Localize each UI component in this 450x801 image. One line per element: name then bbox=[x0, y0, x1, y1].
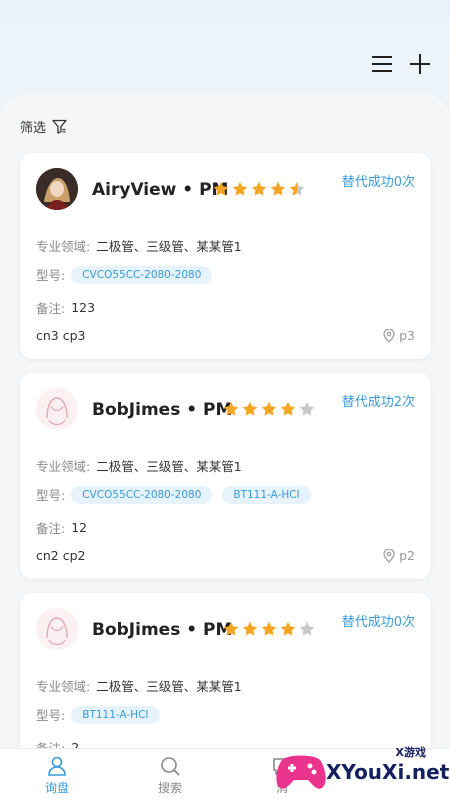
location-text: p2 bbox=[399, 548, 415, 563]
star-icon bbox=[242, 401, 258, 416]
star-icon bbox=[261, 401, 277, 416]
field-value: 二极管、三级管、某某管1 bbox=[96, 459, 242, 474]
expert-card[interactable]: AiryView • PM 替代成功0次 专业领域: 二极管、三级管、某某管1 … bbox=[20, 153, 431, 359]
rating-stars bbox=[223, 621, 315, 637]
filter-icon bbox=[52, 119, 67, 134]
location-pin-icon bbox=[383, 328, 395, 343]
field-value: 二极管、三级管、某某管1 bbox=[96, 239, 242, 254]
avatar bbox=[36, 168, 78, 210]
star-icon bbox=[299, 621, 315, 636]
location: p2 bbox=[383, 548, 415, 563]
top-bar bbox=[0, 0, 450, 95]
star-icon bbox=[242, 621, 258, 636]
avatar bbox=[36, 388, 78, 430]
note-value: 12 bbox=[71, 520, 88, 535]
note-row: 备注: 123 bbox=[36, 298, 95, 317]
note-label: 备注: bbox=[36, 521, 66, 536]
field-label: 专业领域: bbox=[36, 459, 91, 474]
model-tag[interactable]: CVCO55CC-2080-2080 bbox=[71, 265, 213, 284]
tab-label: 询盘 bbox=[44, 781, 69, 795]
inquiry-icon bbox=[48, 756, 66, 776]
codes: cn2 cp2 bbox=[36, 548, 86, 563]
field-label: 专业领域: bbox=[36, 239, 91, 254]
success-count: 替代成功0次 bbox=[341, 175, 415, 190]
expert-name: AiryView • PM bbox=[92, 180, 229, 200]
rating-stars bbox=[213, 181, 305, 197]
star-icon bbox=[289, 181, 305, 196]
header-actions bbox=[370, 52, 432, 76]
note-label: 备注: bbox=[36, 301, 66, 316]
gamepad-logo-icon bbox=[276, 755, 326, 789]
tab-inquiry[interactable]: 询盘 bbox=[27, 755, 87, 796]
field-value: 二极管、三级管、某某管1 bbox=[96, 679, 242, 694]
star-icon bbox=[251, 181, 267, 196]
content-sheet: 筛选 AiryView • PM 替代成功0次 专业领域: 二极管、三级管、某某… bbox=[0, 95, 450, 800]
star-icon bbox=[223, 621, 239, 636]
field-label: 专业领域: bbox=[36, 679, 91, 694]
location-text: p3 bbox=[399, 328, 415, 343]
model-row: 型号: CVCO55CC-2080-2080 bbox=[36, 265, 216, 284]
model-label: 型号: bbox=[36, 268, 66, 283]
filter-button[interactable]: 筛选 bbox=[20, 117, 67, 136]
model-tag[interactable]: CVCO55CC-2080-2080 bbox=[71, 485, 213, 504]
star-icon bbox=[213, 181, 229, 196]
watermark-text: XYouXi.net bbox=[326, 760, 450, 784]
star-icon bbox=[280, 621, 296, 636]
field-row: 专业领域: 二极管、三级管、某某管1 bbox=[36, 676, 242, 695]
model-label: 型号: bbox=[36, 488, 66, 503]
rating-stars bbox=[223, 401, 315, 417]
note-row: 备注: 12 bbox=[36, 518, 87, 537]
expert-card[interactable]: BobJimes • PM 替代成功2次 专业领域: 二极管、三级管、某某管1 … bbox=[20, 373, 431, 579]
avatar bbox=[36, 608, 78, 650]
star-icon bbox=[280, 401, 296, 416]
star-icon bbox=[270, 181, 286, 196]
model-tag[interactable]: BT111-A-HCI bbox=[71, 705, 160, 724]
model-label: 型号: bbox=[36, 708, 66, 723]
success-count: 替代成功0次 bbox=[341, 615, 415, 630]
tab-label: 搜索 bbox=[157, 781, 182, 795]
list-icon[interactable] bbox=[370, 52, 394, 76]
watermark-logo: X游戏 XYouXi.net bbox=[274, 740, 449, 798]
expert-name: BobJimes • PM bbox=[92, 620, 233, 640]
filter-label: 筛选 bbox=[20, 121, 47, 136]
plus-icon[interactable] bbox=[408, 52, 432, 76]
codes: cn3 cp3 bbox=[36, 328, 86, 343]
star-icon bbox=[232, 181, 248, 196]
location-pin-icon bbox=[383, 548, 395, 563]
watermark-small-text: X游戏 bbox=[395, 746, 426, 759]
field-row: 专业领域: 二极管、三级管、某某管1 bbox=[36, 456, 242, 475]
star-icon bbox=[261, 621, 277, 636]
search-icon bbox=[161, 757, 180, 776]
success-count: 替代成功2次 bbox=[341, 395, 415, 410]
expert-name: BobJimes • PM bbox=[92, 400, 233, 420]
field-row: 专业领域: 二极管、三级管、某某管1 bbox=[36, 236, 242, 255]
model-row: 型号: BT111-A-HCI bbox=[36, 705, 164, 724]
star-icon bbox=[299, 401, 315, 416]
model-row: 型号: CVCO55CC-2080-2080 BT111-A-HCI bbox=[36, 485, 315, 504]
star-icon bbox=[223, 401, 239, 416]
tab-search[interactable]: 搜索 bbox=[140, 755, 200, 796]
note-value: 123 bbox=[71, 300, 96, 315]
location: p3 bbox=[383, 328, 415, 343]
model-tag[interactable]: BT111-A-HCI bbox=[222, 485, 311, 504]
